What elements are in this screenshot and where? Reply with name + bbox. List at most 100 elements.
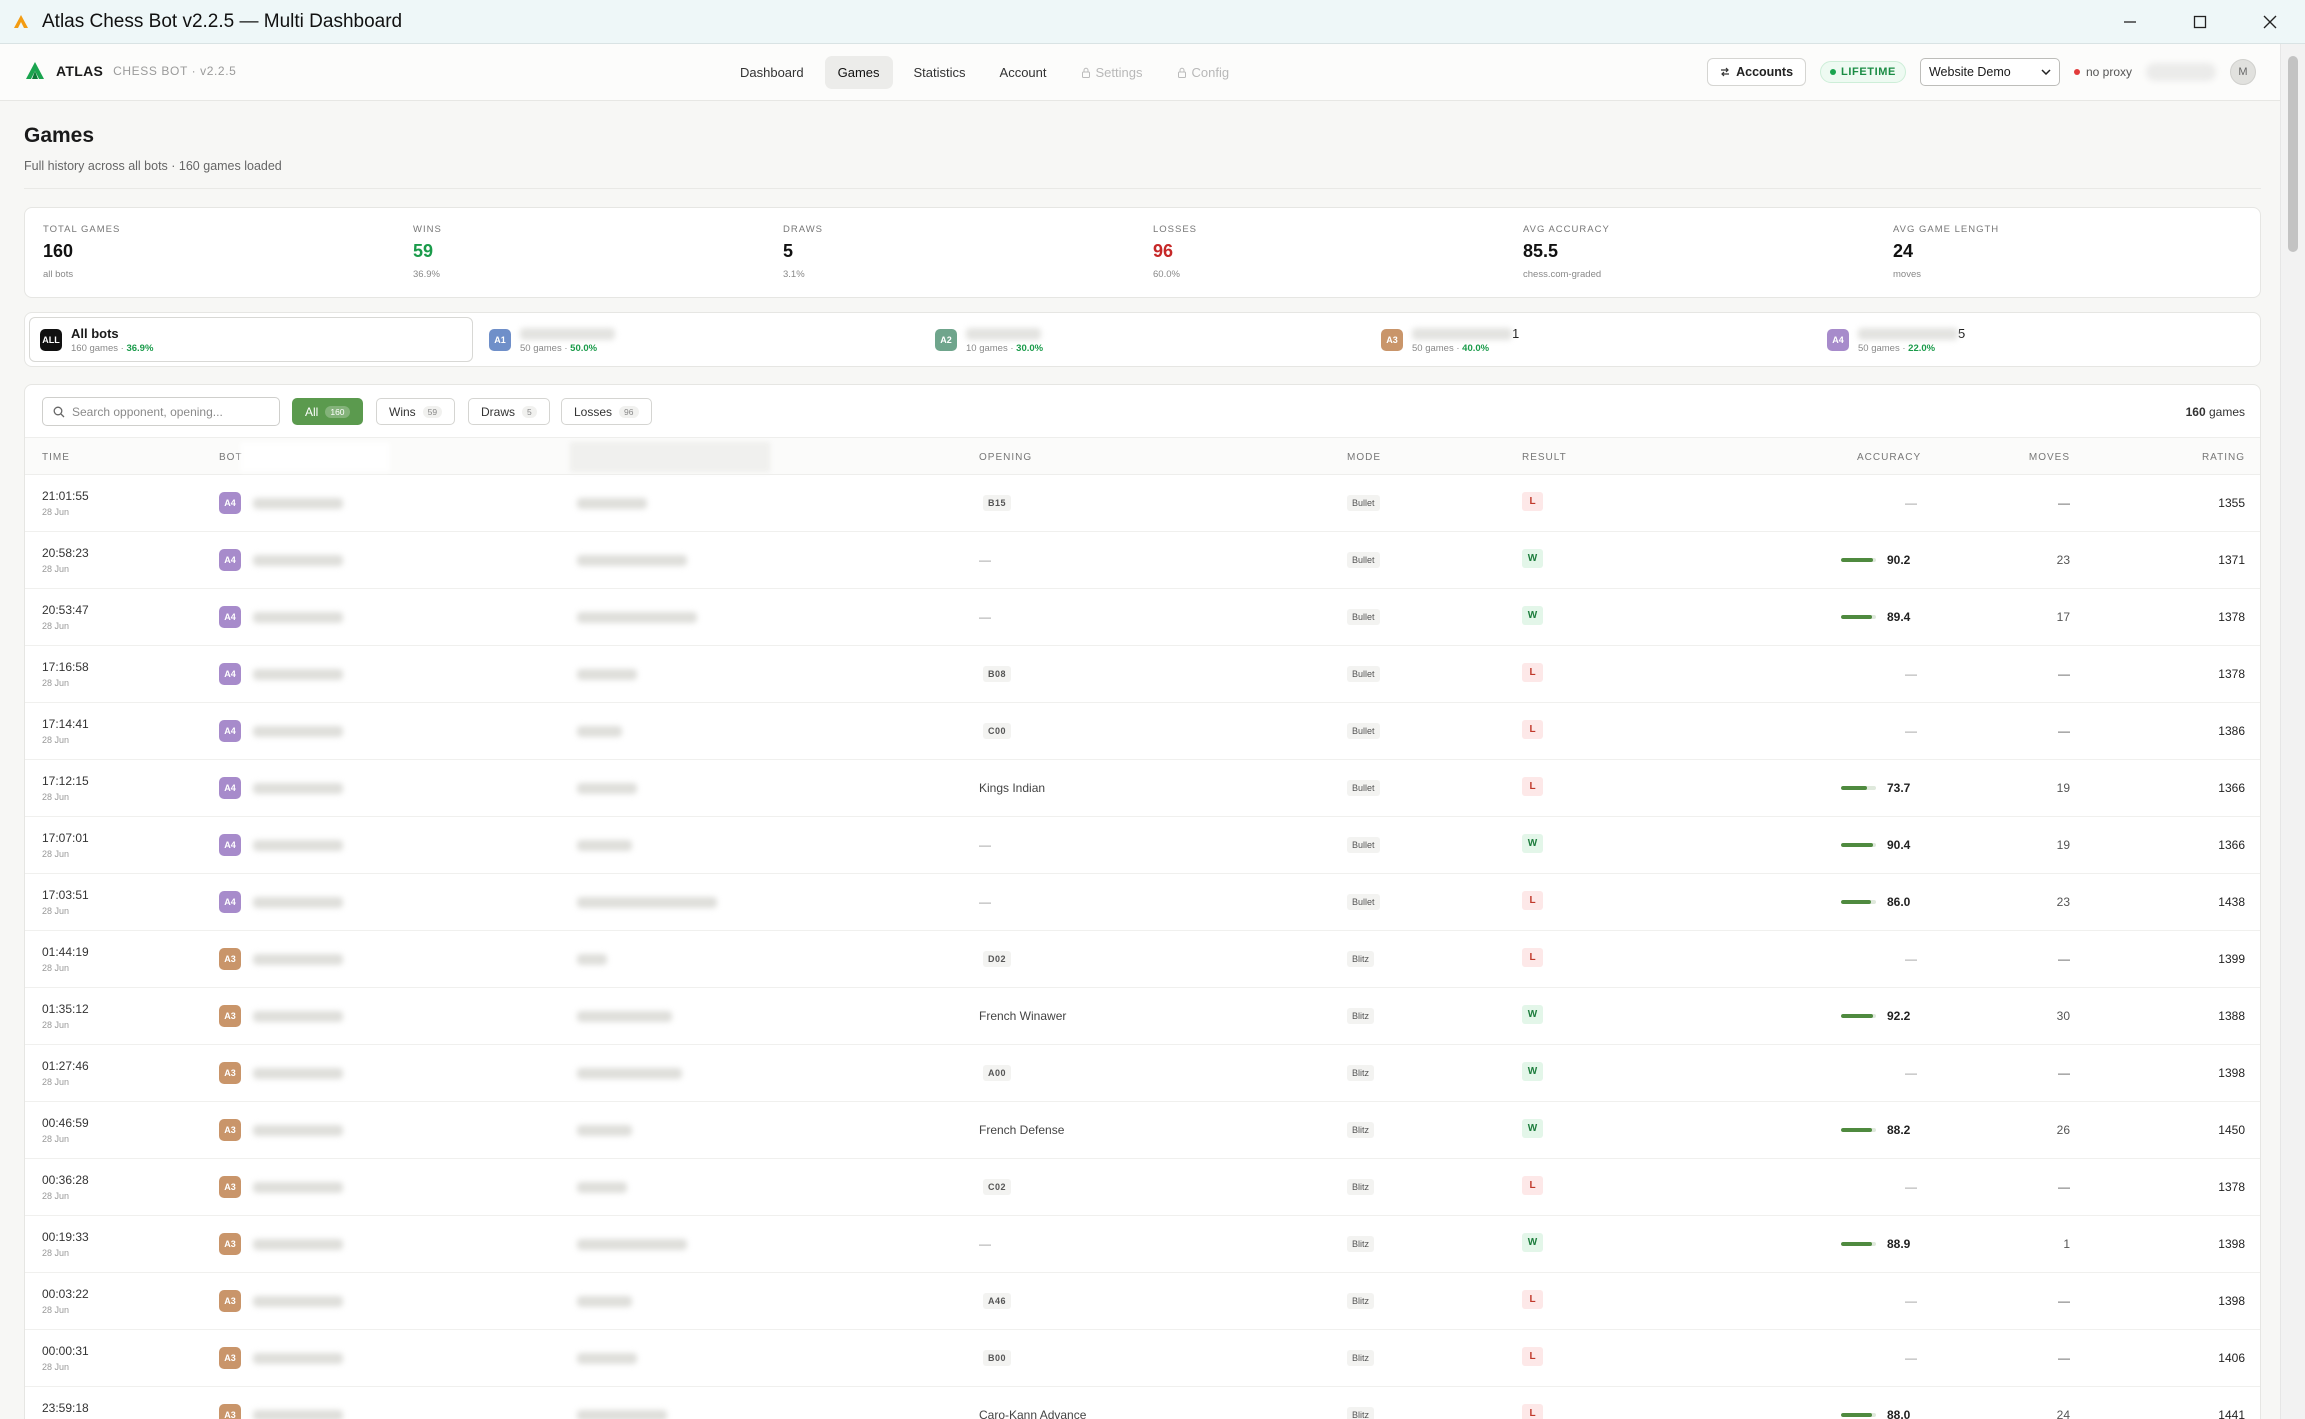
stat-label: LOSSES	[1153, 224, 1198, 235]
row-result-badge: W	[1522, 549, 1543, 568]
table-row[interactable]: 17:16:58 28 Jun A4 B08 Bullet L — — 1378	[25, 646, 2260, 703]
nav-games[interactable]: Games	[824, 56, 893, 89]
accounts-button[interactable]: Accounts	[1707, 58, 1807, 86]
table-row[interactable]: 00:36:28 28 Jun A3 C02 Blitz L — — 1378	[25, 1159, 2260, 1216]
row-rating: 1355	[2218, 496, 2245, 510]
window-titlebar: Atlas Chess Bot v2.2.5 — Multi Dashboard	[0, 0, 2305, 44]
close-button[interactable]	[2235, 0, 2305, 44]
table-row[interactable]: 23:59:18 A3 Caro-Kann Advance Blitz L 88.0 24 1…	[25, 1387, 2260, 1419]
row-date: 28 Jun	[42, 1191, 70, 1201]
row-mode: Bullet	[1347, 495, 1380, 511]
bot-tab-a3[interactable]: A3 1 50 games · 40.0%	[1381, 317, 1519, 362]
table-row[interactable]: 00:46:59 28 Jun A3 French Defense Blitz W 88.2…	[25, 1102, 2260, 1159]
table-row[interactable]: 17:12:15 28 Jun A4 Kings Indian Bullet L 73.7 1…	[25, 760, 2260, 817]
page-scrollbar[interactable]	[2280, 44, 2305, 1419]
bot-tab-winrate: 36.9%	[126, 342, 154, 354]
accuracy-bar	[1841, 558, 1876, 562]
bot-name-redacted	[253, 1352, 343, 1364]
col-opening[interactable]: OPENING	[979, 452, 1032, 463]
row-opening-eco: B00	[983, 1350, 1012, 1366]
nav-config[interactable]: Config	[1164, 56, 1243, 89]
filter-label: All	[305, 404, 319, 419]
table-row[interactable]: 00:00:31 28 Jun A3 B00 Blitz L — — 1406	[25, 1330, 2260, 1387]
col-rating[interactable]: RATING	[2202, 452, 2245, 463]
maximize-button[interactable]	[2165, 0, 2235, 44]
stat-sub: all bots	[43, 269, 74, 280]
accuracy-bar-fill	[1841, 1014, 1874, 1018]
bot-tab-a4[interactable]: A4 5 50 games · 22.0%	[1827, 317, 1965, 362]
row-date: 28 Jun	[42, 678, 70, 688]
bot-badge: A3	[1381, 328, 1403, 351]
col-accuracy[interactable]: ACCURACY	[1857, 452, 1921, 463]
col-time[interactable]: TIME	[42, 452, 70, 463]
row-accuracy: 90.4	[1841, 838, 1910, 852]
avatar[interactable]: M	[2230, 59, 2256, 85]
stat-value: 160	[43, 241, 74, 261]
atlas-logo-icon	[26, 62, 44, 79]
table-row[interactable]: 17:14:41 28 Jun A4 C00 Bullet L — — 1386	[25, 703, 2260, 760]
filter-all[interactable]: All 160	[292, 398, 363, 425]
row-moves: 19	[2056, 838, 2070, 852]
row-date: 28 Jun	[42, 1305, 70, 1315]
table-row[interactable]: 17:07:01 28 Jun A4 — Bullet W 90.4 19 1366	[25, 817, 2260, 874]
app-logo-icon	[12, 13, 30, 31]
row-mode: Blitz	[1347, 1179, 1375, 1195]
bot-tab-a1[interactable]: A1 50 games · 50.0%	[489, 317, 615, 362]
row-result-badge: L	[1522, 1404, 1543, 1419]
bot-badge: A3	[219, 1290, 241, 1312]
filter-losses[interactable]: Losses 96	[561, 398, 652, 425]
redacted-header	[570, 442, 770, 472]
row-result-badge: L	[1522, 1290, 1543, 1309]
accuracy-bar-fill	[1841, 786, 1867, 790]
table-row[interactable]: 17:03:51 28 Jun A4 — Bullet L 86.0 23 1438	[25, 874, 2260, 931]
row-accuracy-empty: —	[1905, 1180, 1917, 1194]
table-row[interactable]: 20:58:23 28 Jun A4 — Bullet W 90.2 23 1371	[25, 532, 2260, 589]
brand[interactable]: ATLAS CHESS BOT · v2.2.5	[24, 60, 236, 82]
row-time: 20:53:47	[42, 603, 89, 617]
row-opening: —	[979, 553, 991, 567]
scrollbar-thumb[interactable]	[2288, 56, 2298, 252]
search-input[interactable]	[72, 404, 262, 419]
lifetime-label: LIFETIME	[1841, 66, 1896, 78]
filter-draws[interactable]: Draws 5	[468, 398, 550, 425]
bot-tab-all[interactable]: ALL All bots 160 games · 36.9%	[29, 317, 473, 362]
search-box[interactable]	[42, 397, 280, 426]
row-bot: A3	[219, 1347, 343, 1369]
table-row[interactable]: 01:44:19 28 Jun A3 D02 Blitz L — — 1399	[25, 931, 2260, 988]
row-accuracy-empty: —	[1905, 1351, 1917, 1365]
bot-badge: A3	[219, 1233, 241, 1255]
minimize-button[interactable]	[2095, 0, 2165, 44]
bot-tab-games: 50 games ·	[1412, 342, 1460, 354]
profile-select[interactable]: Website Demo	[1919, 58, 2060, 86]
nav-statistics[interactable]: Statistics	[901, 56, 979, 89]
accounts-label: Accounts	[1736, 65, 1794, 79]
row-rating: 1399	[2218, 952, 2245, 966]
row-result-badge: L	[1522, 777, 1543, 796]
row-result-badge: W	[1522, 1005, 1543, 1024]
proxy-status[interactable]: no proxy	[2073, 65, 2132, 79]
col-moves[interactable]: MOVES	[2029, 452, 2070, 463]
filter-wins[interactable]: Wins 59	[376, 398, 456, 425]
bot-tab-winrate: 22.0%	[1908, 342, 1936, 354]
row-rating: 1366	[2218, 781, 2245, 795]
table-row[interactable]: 01:27:46 28 Jun A3 A00 Blitz W — — 1398	[25, 1045, 2260, 1102]
bot-badge: ALL	[40, 328, 62, 351]
row-time: 17:16:58	[42, 660, 89, 674]
accuracy-value: 88.0	[1887, 1408, 1911, 1419]
stat-losses: LOSSES 96 60.0%	[1153, 224, 1197, 280]
bot-tab-a2[interactable]: A2 10 games · 30.0%	[935, 317, 1043, 362]
nav-account[interactable]: Account	[987, 56, 1060, 89]
table-row[interactable]: 21:01:55 28 Jun A4 B15 Bullet L — — 1355	[25, 475, 2260, 532]
nav-settings[interactable]: Settings	[1068, 56, 1156, 89]
col-mode[interactable]: MODE	[1347, 452, 1381, 463]
row-mode: Bullet	[1347, 837, 1380, 853]
table-row[interactable]: 00:19:33 28 Jun A3 — Blitz W 88.9 1 1398	[25, 1216, 2260, 1273]
lifetime-badge[interactable]: LIFETIME	[1820, 61, 1906, 83]
row-moves: 23	[2056, 553, 2070, 567]
nav-dashboard[interactable]: Dashboard	[727, 56, 817, 89]
col-result[interactable]: RESULT	[1522, 452, 1567, 463]
table-row[interactable]: 20:53:47 28 Jun A4 — Bullet W 89.4 17 1378	[25, 589, 2260, 646]
table-row[interactable]: 00:03:22 28 Jun A3 A46 Blitz L — — 1398	[25, 1273, 2260, 1330]
table-row[interactable]: 01:35:12 28 Jun A3 French Winawer Blitz W 92.2…	[25, 988, 2260, 1045]
brand-version: CHESS BOT · v2.2.5	[113, 64, 237, 78]
